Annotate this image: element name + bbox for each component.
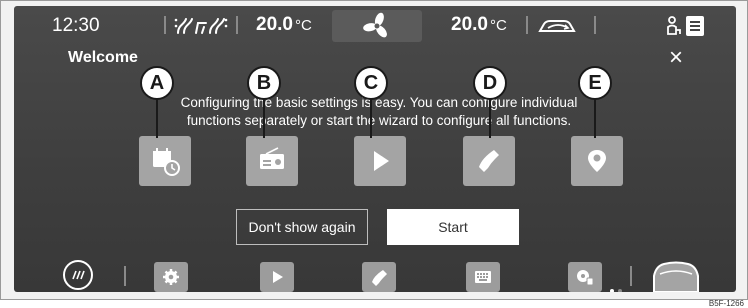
- dont-show-again-button[interactable]: Don't show again: [236, 209, 368, 245]
- divider: [526, 16, 528, 34]
- callout-leader-d: [489, 96, 491, 138]
- clock: 12:30: [52, 15, 100, 36]
- tile-date-time[interactable]: [139, 136, 191, 186]
- divider: [164, 16, 166, 34]
- settings-icon[interactable]: [154, 262, 188, 292]
- tile-media[interactable]: [354, 136, 406, 186]
- radio-icon: [260, 147, 284, 169]
- keyboard-icon[interactable]: [466, 262, 500, 292]
- page-dot-active: [610, 289, 614, 292]
- right-temp-value: 20.0: [451, 14, 488, 35]
- divider: [124, 266, 126, 286]
- fan-icon: [363, 12, 387, 38]
- fan-button[interactable]: [332, 10, 422, 42]
- figure-code: B5F-1266: [708, 299, 744, 308]
- bottom-dock: [14, 254, 736, 292]
- car-icon[interactable]: [648, 258, 704, 292]
- callout-leader-b: [263, 96, 265, 138]
- tile-phone[interactable]: [463, 136, 515, 186]
- page-title: Welcome: [68, 49, 138, 66]
- page-dot: [618, 289, 622, 292]
- close-button[interactable]: ×: [664, 46, 688, 70]
- menu-icon[interactable]: [686, 16, 704, 41]
- callout-c: C: [354, 66, 388, 100]
- media-icon[interactable]: [568, 262, 602, 292]
- callout-leader-c: [370, 96, 372, 138]
- play-icon: [374, 151, 389, 171]
- start-button[interactable]: Start: [387, 209, 519, 245]
- callout-leader-e: [594, 96, 596, 138]
- callout-b: B: [247, 66, 281, 100]
- menu-round-icon[interactable]: [63, 260, 93, 290]
- divider: [630, 266, 632, 286]
- right-temperature[interactable]: 20.0 °C: [451, 14, 507, 36]
- recirculation-icon[interactable]: [538, 16, 578, 41]
- tile-radio[interactable]: [246, 136, 298, 186]
- location-pin-icon: [588, 150, 606, 172]
- callout-d: D: [473, 66, 507, 100]
- callout-leader-a: [156, 96, 158, 138]
- left-temp-value: 20.0: [256, 14, 293, 35]
- infotainment-screen: 12:30 20.0 °C 20.0 °C Welcome × A B C D …: [14, 6, 736, 292]
- seat-heating-icon[interactable]: [174, 15, 228, 42]
- welcome-description: Configuring the basic settings is easy. …: [180, 95, 578, 128]
- status-bar: 12:30 20.0 °C 20.0 °C: [14, 6, 736, 46]
- calendar-clock-icon: [153, 148, 180, 176]
- right-temp-unit: °C: [489, 17, 507, 34]
- phone-icon[interactable]: [362, 262, 396, 292]
- tile-navigation[interactable]: [571, 136, 623, 186]
- page-indicator: [610, 280, 626, 292]
- callout-e: E: [578, 66, 612, 100]
- divider: [236, 16, 238, 34]
- left-temperature[interactable]: 20.0 °C: [256, 14, 312, 36]
- person-icon[interactable]: [666, 16, 682, 41]
- phone-icon: [479, 150, 499, 172]
- callout-a: A: [140, 66, 174, 100]
- play-icon[interactable]: [260, 262, 294, 292]
- divider: [594, 16, 596, 34]
- left-temp-unit: °C: [294, 17, 312, 34]
